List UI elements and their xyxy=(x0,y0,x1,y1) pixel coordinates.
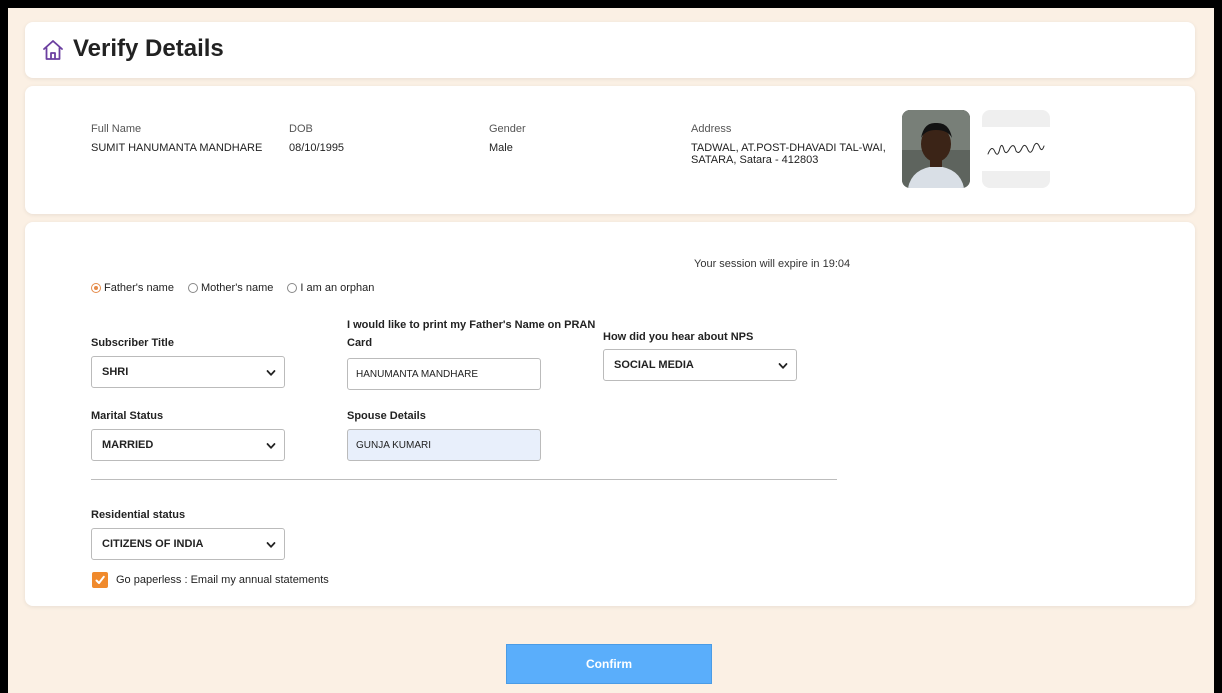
section-divider xyxy=(91,479,837,480)
address-label: Address xyxy=(691,123,732,135)
radio-orphan[interactable]: I am an orphan xyxy=(287,282,374,294)
paperless-checkbox[interactable] xyxy=(92,572,108,588)
radio-mothers-name[interactable]: Mother's name xyxy=(187,282,274,294)
parent-name-options: Father's name Mother's name I am an orph… xyxy=(91,282,374,294)
print-name-value: HANUMANTA MANDHARE xyxy=(356,368,479,380)
subscriber-photo xyxy=(902,110,970,188)
subscriber-info-card: Full Name SUMIT HANUMANTA MANDHARE DOB 0… xyxy=(25,86,1195,214)
subscriber-signature xyxy=(982,110,1050,188)
chevron-down-icon xyxy=(266,542,276,548)
dob-value: 08/10/1995 xyxy=(289,142,345,154)
spouse-label: Spouse Details xyxy=(347,410,426,422)
radio-label: Mother's name xyxy=(200,282,274,294)
details-form-card: Your session will expire in 19:04 Father… xyxy=(25,222,1195,606)
print-name-input[interactable]: HANUMANTA MANDHARE xyxy=(347,358,541,390)
spouse-input[interactable]: GUNJA KUMARI xyxy=(347,429,541,461)
dob-label: DOB xyxy=(289,123,313,135)
radio-indicator[interactable] xyxy=(91,283,101,293)
page: Verify Details Full Name SUMIT HANUMANTA… xyxy=(8,8,1214,693)
paperless-option[interactable]: Go paperless : Email my annual statement… xyxy=(92,572,329,588)
chevron-down-icon xyxy=(266,443,276,449)
subscriber-title-select[interactable]: SHRI xyxy=(91,356,285,388)
nps-source-value: SOCIAL MEDIA xyxy=(614,359,694,371)
spouse-value: GUNJA KUMARI xyxy=(356,439,432,451)
session-timer: Your session will expire in 19:04 xyxy=(694,258,851,270)
print-name-label: I would like to print my Father's Name o… xyxy=(347,319,596,331)
residential-status-label: Residential status xyxy=(91,509,186,521)
gender-label: Gender xyxy=(489,123,526,135)
radio-indicator[interactable] xyxy=(187,283,198,293)
nps-source-select[interactable]: SOCIAL MEDIA xyxy=(603,349,797,381)
radio-fathers-name[interactable]: Father's name xyxy=(91,282,174,294)
chevron-down-icon xyxy=(778,363,788,369)
check-icon xyxy=(95,575,105,584)
radio-indicator[interactable] xyxy=(287,283,298,293)
page-title: Verify Details xyxy=(73,35,224,62)
radio-label: I am an orphan xyxy=(300,282,375,294)
nps-source-label: How did you hear about NPS xyxy=(603,331,754,343)
home-icon[interactable] xyxy=(41,38,65,62)
full-name-label: Full Name xyxy=(91,123,142,135)
marital-status-select[interactable]: MARRIED xyxy=(91,429,285,461)
chevron-down-icon xyxy=(266,370,276,376)
address-line-2: SATARA, Satara - 412803 xyxy=(691,154,819,166)
marital-status-value: MARRIED xyxy=(102,439,154,451)
subscriber-title-value: SHRI xyxy=(102,366,129,378)
subscriber-title-label: Subscriber Title xyxy=(91,337,174,349)
header-card: Verify Details xyxy=(25,22,1195,78)
paperless-label: Go paperless : Email my annual statement… xyxy=(116,574,329,586)
gender-value: Male xyxy=(489,142,513,154)
marital-status-label: Marital Status xyxy=(91,410,164,422)
address-line-1: TADWAL, AT.POST-DHAVADI TAL-WAI, xyxy=(691,142,886,154)
confirm-button[interactable]: Confirm xyxy=(506,644,712,684)
full-name-value: SUMIT HANUMANTA MANDHARE xyxy=(91,142,263,154)
radio-label: Father's name xyxy=(104,282,174,294)
print-name-label-cont: Card xyxy=(347,337,373,349)
residential-status-select[interactable]: CITIZENS OF INDIA xyxy=(91,528,285,560)
residential-status-value: CITIZENS OF INDIA xyxy=(102,538,204,550)
